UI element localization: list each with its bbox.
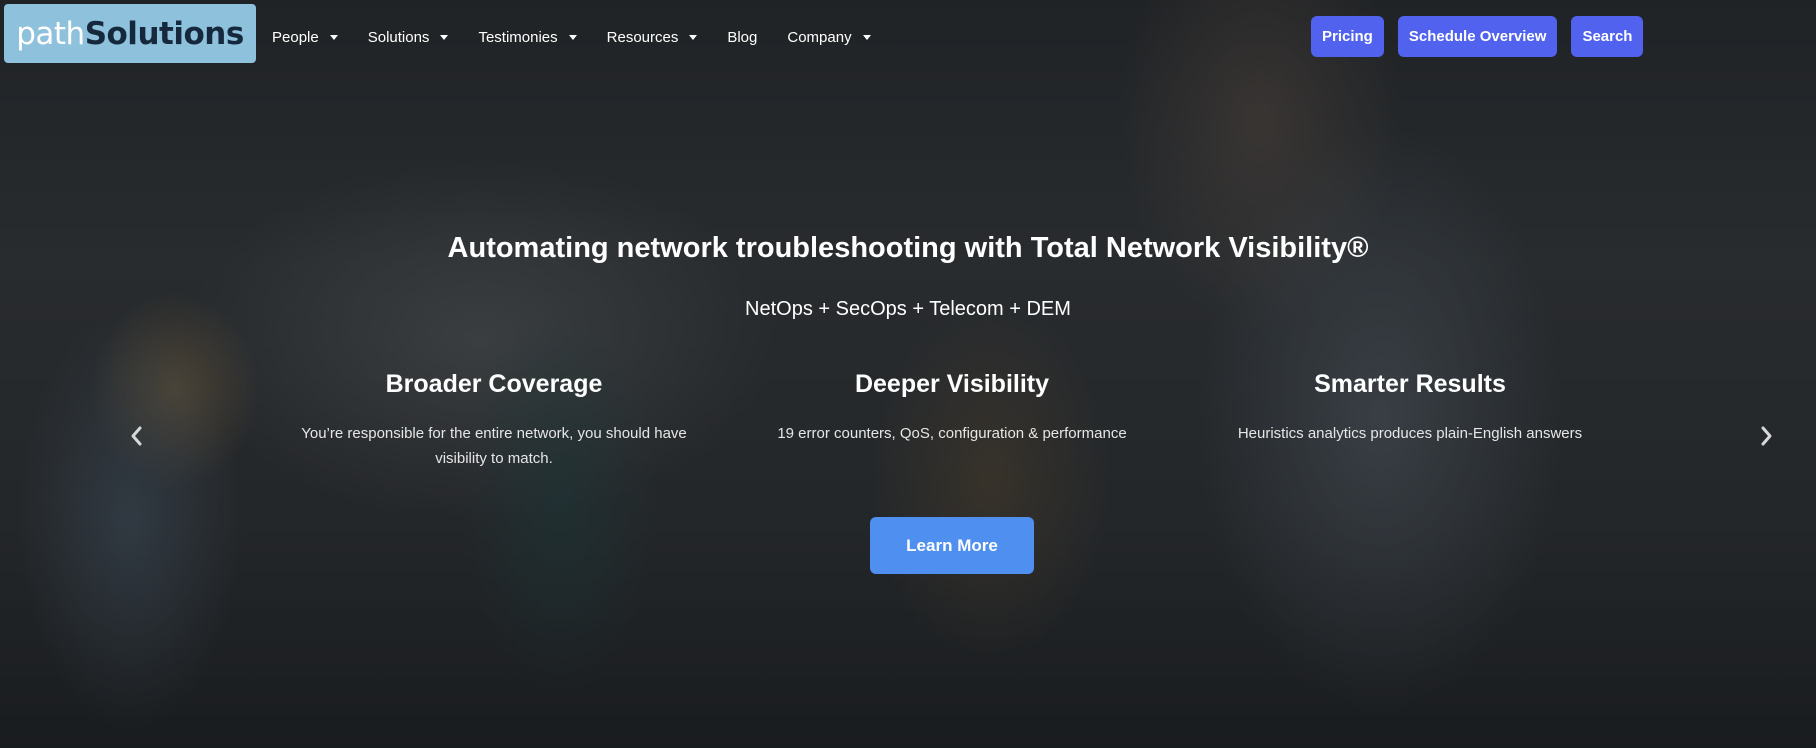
caret-down-icon <box>689 34 698 40</box>
nav-item-label: Solutions <box>367 28 430 46</box>
feature-deeper-visibility: Deeper Visibility 19 error counters, QoS… <box>732 370 1172 446</box>
chevron-left-icon <box>131 426 142 446</box>
nav-item-people[interactable]: People <box>272 29 338 46</box>
nav-item-blog[interactable]: Blog <box>727 29 757 46</box>
feature-title: Deeper Visibility <box>854 370 1050 398</box>
nav-item-label: Resources <box>606 28 679 46</box>
nav-item-label: People <box>272 28 319 46</box>
hero-section: pathSolutions People Solutions Testimoni… <box>0 0 1816 748</box>
carousel-prev-button[interactable] <box>121 421 151 451</box>
schedule-overview-button[interactable]: Schedule Overview <box>1397 16 1558 57</box>
feature-title: Broader Coverage <box>385 370 603 398</box>
nav-item-label: Blog <box>727 28 758 46</box>
feature-description: Heuristics analytics produces plain-Engl… <box>1237 425 1583 442</box>
feature-description: 19 error counters, QoS, configuration & … <box>777 425 1127 442</box>
hero-subhead: NetOps + SecOps + Telecom + DEM <box>745 298 1071 320</box>
nav-item-label: Testimonies <box>478 28 558 46</box>
search-button[interactable]: Search <box>1571 16 1644 57</box>
caret-down-icon <box>862 34 871 40</box>
main-nav: People Solutions Testimonies Resources B… <box>272 27 901 47</box>
header-buttons: Pricing Schedule Overview Search <box>1311 16 1657 57</box>
caret-down-icon <box>440 34 449 40</box>
nav-item-testimonies[interactable]: Testimonies <box>478 28 577 46</box>
caret-down-icon <box>568 34 577 40</box>
logo-text-brand: Solutions <box>84 15 245 52</box>
feature-title: Smarter Results <box>1314 370 1506 398</box>
logo-text-prefix: path <box>16 15 85 52</box>
hero-headline: Automating network troubleshooting with … <box>447 232 1369 264</box>
caret-down-icon <box>329 34 338 40</box>
learn-more-button[interactable]: Learn More <box>870 517 1034 574</box>
chevron-right-icon <box>1761 426 1772 446</box>
logo[interactable]: pathSolutions <box>4 4 256 63</box>
nav-item-label: Company <box>787 28 852 46</box>
logo-text: pathSolutions <box>16 16 244 52</box>
nav-item-company[interactable]: Company <box>787 28 871 46</box>
feature-smarter-results: Smarter Results Heuristics analytics pro… <box>1190 370 1630 446</box>
nav-item-resources[interactable]: Resources <box>607 29 698 46</box>
feature-broader-coverage: Broader Coverage You’re responsible for … <box>274 370 714 471</box>
feature-description: You’re responsible for the entire networ… <box>301 425 687 467</box>
carousel-next-button[interactable] <box>1752 421 1782 451</box>
nav-item-solutions[interactable]: Solutions <box>368 29 449 46</box>
pricing-button[interactable]: Pricing <box>1311 16 1384 57</box>
